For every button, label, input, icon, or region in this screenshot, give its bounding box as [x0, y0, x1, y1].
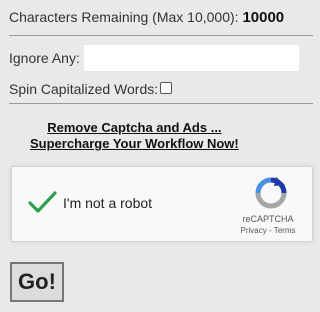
ignore-any-input[interactable] — [83, 45, 299, 71]
promo-link-line-2[interactable]: Supercharge Your Workflow Now! — [30, 136, 239, 152]
characters-remaining-label: Characters Remaining (Max 10,000): — [9, 9, 239, 25]
recaptcha-label: I'm not a robot — [63, 195, 153, 211]
promo-link[interactable]: Remove Captcha and Ads ... Supercharge Y… — [30, 120, 239, 152]
spin-capitalized-label: Spin Capitalized Words: — [9, 81, 159, 97]
characters-remaining-count: 10000 — [242, 9, 285, 26]
promo-link-line-1[interactable]: Remove Captcha and Ads ... — [30, 120, 239, 136]
go-button[interactable]: Go! — [10, 262, 64, 302]
ignore-any-label: Ignore Any: — [9, 50, 80, 66]
divider — [9, 35, 313, 36]
recaptcha-terms[interactable]: Privacy - Terms — [236, 226, 300, 235]
recaptcha-brand: reCAPTCHA — [242, 214, 294, 224]
characters-remaining: Characters Remaining (Max 10,000): 10000 — [9, 9, 284, 26]
ignore-any-row: Ignore Any: — [9, 45, 299, 71]
recaptcha-logo-icon — [255, 177, 287, 209]
divider — [9, 103, 313, 104]
spin-capitalized-row: Spin Capitalized Words: — [9, 81, 173, 97]
recaptcha-widget: I'm not a robot reCAPTCHA Privacy - Term… — [11, 166, 313, 242]
checkmark-icon[interactable] — [27, 190, 57, 214]
spin-capitalized-checkbox[interactable] — [160, 82, 173, 94]
